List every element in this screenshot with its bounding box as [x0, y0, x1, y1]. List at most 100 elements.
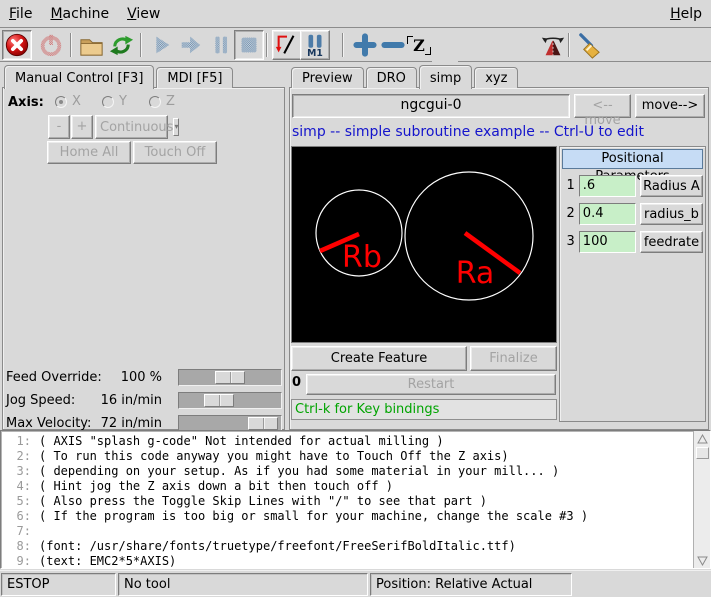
- scroll-down-icon[interactable]: [695, 553, 710, 568]
- estop-icon: [4, 32, 30, 58]
- finalize-button[interactable]: Finalize: [470, 346, 557, 371]
- menu-machine[interactable]: Machine: [41, 2, 118, 26]
- gcode-line: 9:(text: EMC2*5*AXIS): [1, 554, 693, 569]
- axis-x-label: X: [72, 94, 81, 109]
- axis-radio-y[interactable]: Y: [102, 94, 127, 109]
- restart-count: 0: [292, 375, 301, 390]
- axis-y-label: Y: [119, 94, 127, 109]
- toolbar: M1 Z N X Y P: [0, 29, 711, 62]
- toggle-skip-lines-button[interactable]: [272, 30, 302, 60]
- left-tabs: Manual Control [F3] MDI [F5]: [4, 64, 235, 88]
- open-folder-icon: [78, 32, 105, 59]
- max-velocity-label: Max Velocity:: [6, 416, 91, 431]
- rotate-view-button[interactable]: [538, 30, 568, 60]
- param-input-feedrate[interactable]: 100: [579, 231, 636, 253]
- stop-button[interactable]: [234, 30, 264, 60]
- param-row: 1 .6 Radius A: [562, 174, 703, 197]
- run-button[interactable]: [146, 30, 176, 60]
- restart-button[interactable]: Restart: [306, 374, 556, 395]
- gcode-line-number: 4:: [1, 479, 31, 494]
- jog-minus-button[interactable]: -: [48, 115, 70, 139]
- axis-radio-z[interactable]: Z: [149, 94, 175, 109]
- param-index: 1: [562, 178, 577, 193]
- param-row: 2 0.4 radius_b: [562, 202, 703, 225]
- jog-mode-select[interactable]: Continuous ▾: [95, 115, 168, 139]
- estop-button[interactable]: [2, 30, 32, 60]
- key-bindings-hint: Ctrl-k for Key bindings: [291, 399, 557, 420]
- tab-dro[interactable]: DRO: [366, 67, 417, 88]
- gcode-line-text: ( If the program is too big or small for…: [31, 509, 588, 524]
- move-left-button[interactable]: <--move: [574, 94, 631, 118]
- touch-off-button[interactable]: Touch Off: [133, 141, 217, 164]
- menu-file[interactable]: File: [0, 2, 41, 26]
- label-rb: Rb: [342, 240, 382, 275]
- gcode-line-number: 6:: [1, 509, 31, 524]
- slider-handle[interactable]: [204, 394, 234, 407]
- jog-speed-slider[interactable]: [178, 392, 282, 409]
- scroll-up-icon[interactable]: [695, 431, 710, 446]
- feed-override-label: Feed Override:: [6, 370, 102, 385]
- radio-dot: [55, 96, 67, 108]
- gcode-line-number: 2:: [1, 449, 31, 464]
- gcode-line-number: 5:: [1, 494, 31, 509]
- zoom-in-button[interactable]: [350, 30, 380, 60]
- gcode-line: 6:( If the program is too big or small f…: [1, 509, 693, 524]
- menubar: File Machine View Help: [0, 0, 711, 28]
- view-z-button[interactable]: Z: [406, 30, 432, 60]
- slider-handle[interactable]: [215, 371, 245, 384]
- svg-text:M1: M1: [307, 48, 323, 58]
- param-row: 3 100 feedrate: [562, 230, 703, 253]
- parameters-header: Positional Parameters: [562, 149, 703, 169]
- slider-handle[interactable]: [248, 417, 278, 430]
- preview-canvas: Rb Ra: [291, 146, 557, 343]
- run-icon: [148, 32, 174, 58]
- gcode-line-text: ( AXIS "splash g-code" Not intended for …: [31, 434, 444, 449]
- gcode-scrollbar[interactable]: [693, 431, 710, 568]
- status-estop: ESTOP: [1, 573, 116, 596]
- optional-stop-m1-icon: M1: [302, 32, 328, 58]
- tab-mdi[interactable]: MDI [F5]: [156, 67, 233, 88]
- tab-preview[interactable]: Preview: [291, 67, 364, 88]
- jog-speed-row: Jog Speed: 16 in/min: [0, 391, 287, 411]
- tab-simp[interactable]: simp: [419, 65, 472, 89]
- right-tabs: Preview DRO simp xyz: [291, 64, 520, 88]
- gcode-line-text: ( depending on your setup. As if you had…: [31, 464, 559, 479]
- feed-override-slider[interactable]: [178, 369, 282, 386]
- jog-plus-button[interactable]: +: [71, 115, 93, 139]
- open-file-button[interactable]: [76, 30, 106, 60]
- home-all-button[interactable]: Home All: [47, 141, 131, 164]
- clear-plot-button[interactable]: [574, 30, 604, 60]
- axis-radio-x[interactable]: X: [55, 94, 81, 109]
- machine-power-button[interactable]: [36, 30, 66, 60]
- gcode-line: 8:(font: /usr/share/fonts/truetype/freef…: [1, 539, 693, 554]
- gcode-line-text: (font: /usr/share/fonts/truetype/freefon…: [31, 539, 516, 554]
- param-input-radius-b[interactable]: 0.4: [579, 203, 636, 225]
- zoom-out-button[interactable]: [378, 30, 408, 60]
- reload-file-button[interactable]: [106, 30, 136, 60]
- step-button[interactable]: [176, 30, 206, 60]
- param-name-label: Radius A: [640, 175, 703, 197]
- axis-z-label: Z: [166, 94, 175, 109]
- optional-stop-m1-button[interactable]: M1: [300, 30, 330, 60]
- ngcgui-tab-title[interactable]: ngcgui-0: [292, 94, 570, 118]
- tab-xyz[interactable]: xyz: [474, 67, 518, 88]
- jog-speed-value: 16 in/min: [101, 393, 162, 408]
- menu-view[interactable]: View: [118, 2, 169, 26]
- manual-control-panel: Manual Control [F3] MDI [F5] Axis: X Y Z…: [0, 62, 287, 430]
- toolbar-separator: [342, 33, 344, 57]
- gcode-text-area[interactable]: 1:( AXIS "splash g-code" Not intended fo…: [0, 430, 711, 569]
- move-right-button[interactable]: move-->: [635, 94, 705, 118]
- gcode-line-number: 7:: [1, 524, 31, 539]
- axis-window: File Machine View Help: [0, 0, 711, 597]
- scrollbar-thumb[interactable]: [696, 447, 709, 459]
- jog-speed-label: Jog Speed:: [6, 393, 75, 408]
- tab-manual-control[interactable]: Manual Control [F3]: [4, 65, 154, 89]
- menu-help[interactable]: Help: [661, 2, 711, 26]
- param-input-radius-a[interactable]: .6: [579, 175, 636, 197]
- gcode-line-text: (text: EMC2*5*AXIS): [31, 554, 176, 569]
- create-feature-button[interactable]: Create Feature: [291, 346, 467, 371]
- toolbar-separator: [140, 33, 142, 57]
- param-name-label: feedrate: [640, 231, 703, 253]
- status-tool: No tool: [118, 573, 368, 596]
- pause-button[interactable]: [206, 30, 236, 60]
